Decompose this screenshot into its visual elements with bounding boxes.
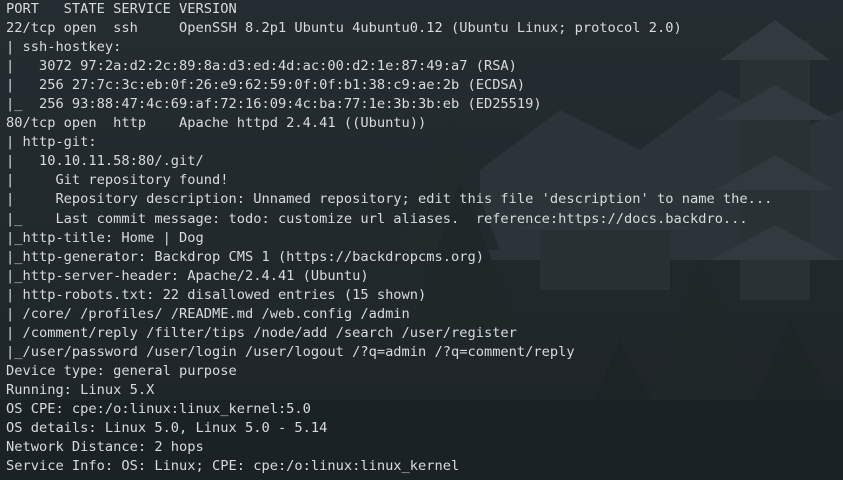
terminal-line: |_ 256 93:88:47:4c:69:af:72:16:09:4c:ba:… — [6, 96, 542, 113]
terminal-line: Device type: general purpose — [6, 362, 237, 379]
terminal-line: | http-git: — [6, 134, 105, 151]
terminal-line: PORT STATE SERVICE VERSION — [6, 1, 237, 17]
terminal-output: PORT STATE SERVICE VERSION 22/tcp open ss… — [6, 0, 843, 476]
terminal-line: 80/tcp open http Apache httpd 2.4.41 ((U… — [6, 115, 427, 132]
terminal-line: |_http-generator: Backdrop CMS 1 (https:… — [6, 248, 484, 265]
terminal-line: | /comment/reply /filter/tips /node/add … — [6, 324, 526, 341]
terminal-line: |_/user/password /user/login /user/logou… — [6, 343, 575, 360]
terminal-line: OS details: Linux 5.0, Linux 5.0 - 5.14 — [6, 420, 328, 437]
terminal-line: |_http-title: Home | Dog — [6, 229, 204, 246]
terminal-line: 22/tcp open ssh OpenSSH 8.2p1 Ubuntu 4ub… — [6, 20, 682, 37]
terminal-line: |_ Last commit message: todo: customize … — [6, 210, 748, 227]
terminal-line: | /core/ /profiles/ /README.md /web.conf… — [6, 305, 419, 322]
terminal-line: | ssh-hostkey: — [6, 39, 130, 56]
terminal-line: Service Info: OS: Linux; CPE: cpe:/o:lin… — [6, 458, 460, 475]
terminal-line: | 256 27:7c:3c:eb:0f:26:e9:62:59:0f:0f:b… — [6, 77, 526, 94]
terminal-line: Running: Linux 5.X — [6, 381, 155, 398]
terminal-line: Network Distance: 2 hops — [6, 439, 204, 456]
terminal-line: | 3072 97:2a:d2:2c:89:8a:d3:ed:4d:ac:00:… — [6, 58, 517, 75]
terminal-line: | http-robots.txt: 22 disallowed entries… — [6, 286, 427, 303]
terminal-line: | 10.10.11.58:80/.git/ — [6, 153, 204, 170]
terminal-line: |_http-server-header: Apache/2.4.41 (Ubu… — [6, 267, 369, 284]
terminal-line: | Repository description: Unnamed reposi… — [6, 191, 773, 208]
terminal-line: | Git repository found! — [6, 172, 229, 189]
terminal-line: OS CPE: cpe:/o:linux:linux_kernel:5.0 — [6, 400, 311, 417]
